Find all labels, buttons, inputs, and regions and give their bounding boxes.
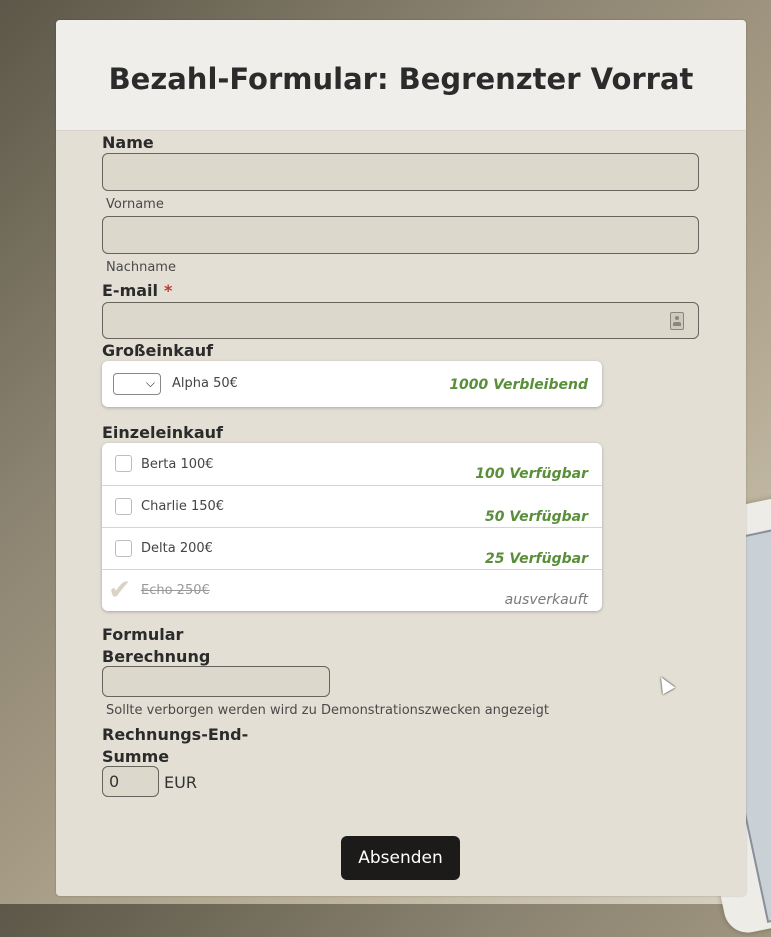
list-item[interactable]: Berta 100€ 100 Verfügbar [102, 443, 602, 485]
email-label: E-mail * [102, 281, 172, 300]
item-availability: 50 Verfügbar [484, 509, 588, 525]
bulk-availability: 1000 Verbleibend [449, 377, 588, 393]
item-label: Berta 100€ [141, 457, 214, 472]
item-label: Echo 250€ [141, 583, 210, 598]
form-title: Bezahl-Formular: Begrenzter Vorrat [108, 62, 694, 96]
submit-button[interactable]: Absenden [341, 836, 460, 880]
chevron-down-icon: ⌵ [145, 376, 155, 390]
checkbox-charlie[interactable] [115, 498, 132, 515]
calculation-label: Formular Berechnung [102, 624, 210, 668]
item-availability: 100 Verfügbar [475, 466, 588, 482]
total-label-line2: Summe [102, 747, 170, 766]
currency-label: EUR [164, 773, 197, 792]
email-input[interactable] [102, 302, 699, 339]
single-purchase-label: Einzeleinkauf [102, 423, 223, 442]
list-item[interactable]: Charlie 150€ 50 Verfügbar [102, 485, 602, 528]
calculation-input[interactable] [102, 666, 330, 697]
list-item[interactable]: Delta 200€ 25 Verfügbar [102, 527, 602, 570]
item-availability: 25 Verfügbar [484, 551, 588, 567]
checkbox-delta[interactable] [115, 540, 132, 557]
bulk-quantity-select[interactable]: ⌵ [113, 373, 161, 395]
total-label-line1: Rechnungs-End- [102, 725, 249, 744]
item-label: Delta 200€ [141, 541, 213, 556]
email-label-text: E-mail [102, 281, 159, 300]
last-name-sublabel: Nachname [106, 260, 176, 275]
total-amount-field[interactable]: 0 [102, 766, 159, 797]
first-name-input[interactable] [102, 153, 699, 191]
contact-card-icon[interactable] [670, 312, 684, 330]
item-availability: ausverkauft [504, 592, 588, 608]
form-header: Bezahl-Formular: Begrenzter Vorrat [56, 20, 746, 131]
checkbox-berta[interactable] [115, 455, 132, 472]
calculation-label-line1: Formular [102, 625, 184, 644]
bulk-purchase-label: Großeinkauf [102, 341, 214, 360]
bulk-purchase-box: ⌵ Alpha 50€ 1000 Verbleibend [102, 361, 602, 407]
calculation-hint: Sollte verborgen werden wird zu Demonstr… [106, 703, 549, 718]
total-label: Rechnungs-End- Summe [102, 724, 248, 768]
name-label: Name [102, 133, 154, 152]
list-item-sold-out: ✔ Echo 250€ ausverkauft [102, 569, 602, 612]
first-name-sublabel: Vorname [106, 197, 164, 212]
required-marker: * [164, 281, 173, 300]
payment-form: Bezahl-Formular: Begrenzter Vorrat Name … [56, 20, 746, 896]
last-name-input[interactable] [102, 216, 699, 254]
single-purchase-list: Berta 100€ 100 Verfügbar Charlie 150€ 50… [102, 443, 602, 611]
item-label: Charlie 150€ [141, 499, 225, 514]
checkmark-icon: ✔ [108, 573, 132, 606]
calculation-label-line2: Berechnung [102, 647, 211, 666]
bulk-option-label: Alpha 50€ [172, 376, 238, 391]
